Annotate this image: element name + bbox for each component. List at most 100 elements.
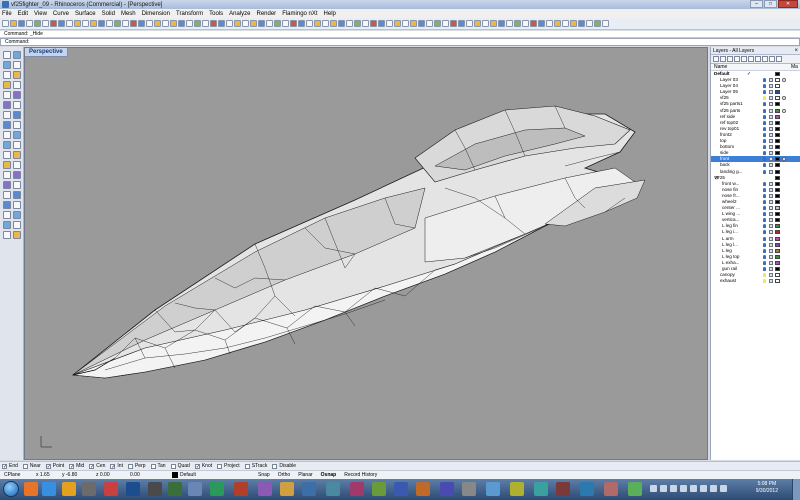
lock-icon[interactable]	[769, 163, 773, 168]
name-column-header[interactable]: Name	[714, 64, 727, 70]
osnap-near[interactable]: Near	[22, 463, 41, 469]
layer-tool-icon[interactable]	[762, 56, 768, 62]
taskbar-app-icon[interactable]	[628, 482, 642, 496]
toolbar-tool-icon[interactable]	[562, 20, 569, 27]
layer-color-swatch[interactable]	[775, 212, 780, 217]
toolbar-tool-icon[interactable]	[490, 20, 497, 27]
taskbar-app-icon[interactable]	[580, 482, 594, 496]
taskbar-app-icon[interactable]	[326, 482, 340, 496]
visibility-bulb-icon[interactable]	[763, 108, 766, 113]
lock-icon[interactable]	[769, 114, 773, 119]
osnap-strack[interactable]: STrack	[244, 463, 267, 469]
modeling-tool-icon[interactable]	[3, 201, 11, 209]
lock-icon[interactable]	[769, 151, 773, 156]
status-toggle-planar[interactable]: Planar	[298, 471, 312, 479]
visibility-bulb-icon[interactable]	[763, 254, 766, 259]
osnap-int[interactable]: ✓ Int	[110, 463, 123, 469]
lock-icon[interactable]	[769, 260, 773, 265]
modeling-tool-icon[interactable]	[13, 111, 21, 119]
toolbar-tool-icon[interactable]	[114, 20, 121, 27]
modeling-tool-icon[interactable]	[3, 171, 11, 179]
taskbar-app-icon[interactable]	[604, 482, 618, 496]
toolbar-tool-icon[interactable]	[26, 20, 33, 27]
layer-color-swatch[interactable]	[775, 193, 780, 198]
toolbar-tool-icon[interactable]	[210, 20, 217, 27]
close-button[interactable]: ✕	[778, 0, 798, 8]
layer-color-swatch[interactable]	[775, 224, 780, 229]
modeling-tool-icon[interactable]	[13, 71, 21, 79]
modeling-tool-icon[interactable]	[13, 201, 21, 209]
lock-icon[interactable]	[769, 108, 773, 113]
modeling-tool-icon[interactable]	[13, 221, 21, 229]
toolbar-tool-icon[interactable]	[474, 20, 481, 27]
layer-name[interactable]: L leg i...	[722, 229, 738, 235]
material-icon[interactable]	[782, 108, 786, 113]
lock-icon[interactable]	[769, 199, 773, 204]
layer-tool-icon[interactable]	[776, 56, 782, 62]
toolbar-tool-icon[interactable]	[274, 20, 281, 27]
toolbar-tool-icon[interactable]	[178, 20, 185, 27]
lock-icon[interactable]	[769, 157, 773, 162]
lock-icon[interactable]	[769, 78, 773, 83]
modeling-tool-icon[interactable]	[13, 101, 21, 109]
layer-color-swatch[interactable]	[775, 102, 780, 107]
current-layer[interactable]: Default	[180, 471, 196, 479]
modeling-tool-icon[interactable]	[13, 151, 21, 159]
lock-icon[interactable]	[769, 212, 773, 217]
system-tray-icon[interactable]	[650, 485, 657, 492]
visibility-bulb-icon[interactable]	[763, 206, 766, 211]
layer-color-swatch[interactable]	[775, 120, 780, 125]
layer-name[interactable]: front	[720, 156, 729, 162]
modeling-tool-icon[interactable]	[3, 191, 11, 199]
layer-name[interactable]: L exha...	[722, 260, 739, 266]
menu-file[interactable]: File	[2, 11, 12, 17]
toolbar-tool-icon[interactable]	[138, 20, 145, 27]
osnap-checkbox[interactable]	[22, 463, 28, 469]
layer-color-swatch[interactable]	[775, 145, 780, 150]
taskbar-app-icon[interactable]	[188, 482, 202, 496]
toolbar-tool-icon[interactable]	[442, 20, 449, 27]
taskbar-app-icon[interactable]	[302, 482, 316, 496]
menu-transform[interactable]: Transform	[176, 11, 203, 17]
modeling-tool-icon[interactable]	[13, 181, 21, 189]
toolbar-tool-icon[interactable]	[162, 20, 169, 27]
toolbar-tool-icon[interactable]	[298, 20, 305, 27]
lock-icon[interactable]	[769, 218, 773, 223]
taskbar-app-icon[interactable]	[42, 482, 56, 496]
modeling-tool-icon[interactable]	[3, 131, 11, 139]
layer-name[interactable]: Layer 03	[720, 77, 738, 83]
visibility-bulb-icon[interactable]	[763, 218, 766, 223]
taskbar-app-icon[interactable]	[394, 482, 408, 496]
system-tray-icon[interactable]	[690, 485, 697, 492]
visibility-bulb-icon[interactable]	[763, 163, 766, 168]
toolbar-tool-icon[interactable]	[186, 20, 193, 27]
visibility-bulb-icon[interactable]	[763, 151, 766, 156]
taskbar-app-icon[interactable]	[126, 482, 140, 496]
layer-name[interactable]: nose fin	[722, 187, 738, 193]
layer-color-swatch[interactable]	[775, 187, 780, 192]
toolbar-tool-icon[interactable]	[482, 20, 489, 27]
modeling-tool-icon[interactable]	[3, 121, 11, 129]
lock-icon[interactable]	[769, 206, 773, 211]
taskbar-app-icon[interactable]	[168, 482, 182, 496]
taskbar-app-icon[interactable]	[372, 482, 386, 496]
visibility-bulb-icon[interactable]	[763, 126, 766, 131]
toolbar-tool-icon[interactable]	[410, 20, 417, 27]
menu-render[interactable]: Render	[257, 11, 277, 17]
lock-icon[interactable]	[769, 242, 773, 247]
toolbar-tool-icon[interactable]	[498, 20, 505, 27]
visibility-bulb-icon[interactable]	[763, 157, 766, 162]
osnap-checkbox[interactable]	[272, 463, 278, 469]
osnap-checkbox[interactable]	[150, 463, 156, 469]
layer-name[interactable]: L leg top	[722, 254, 739, 260]
visibility-bulb-icon[interactable]	[763, 242, 766, 247]
modeling-tool-icon[interactable]	[13, 91, 21, 99]
osnap-disable[interactable]: Disable	[272, 463, 296, 469]
toolbar-tool-icon[interactable]	[402, 20, 409, 27]
visibility-bulb-icon[interactable]	[763, 260, 766, 265]
layer-name[interactable]: Default	[714, 71, 730, 77]
toolbar-tool-icon[interactable]	[602, 20, 609, 27]
visibility-bulb-icon[interactable]	[763, 96, 766, 101]
layer-color-swatch[interactable]	[775, 175, 780, 180]
layer-tool-icon[interactable]	[748, 56, 754, 62]
